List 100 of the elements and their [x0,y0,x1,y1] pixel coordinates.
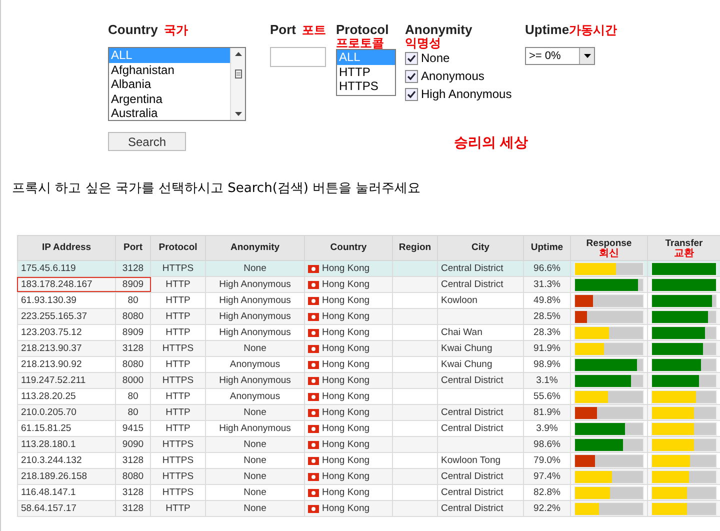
table-cell: Central District [441,279,504,290]
table-cell: 98.6% [534,439,560,450]
flag-icon [308,489,319,497]
table-cell: 113.28.20.25 [21,391,76,402]
table-cell: 98.9% [534,359,560,370]
table-row[interactable]: 175.45.6.119 3128 HTTPS None Hong Kong Central District 96.6% [18,260,720,276]
column-header[interactable]: Country [330,243,367,253]
table-row[interactable]: 183.178.248.167 8909 HTTP High Anonymous Hong Kong Central District 31.3% [18,276,720,292]
table-row[interactable]: 218.213.90.37 3128 HTTPS None Hong Kong Kwai Chung 91.9% [18,340,720,356]
table-row[interactable]: 61.93.130.39 80 HTTP High Anonymous Hong Kong Kowloon 49.8% [18,292,720,308]
flag-icon [308,457,319,465]
uptime-select[interactable]: >= 0% [525,47,595,65]
table-cell: Hong Kong [322,263,370,274]
table-row[interactable]: 218.213.90.92 8080 HTTP Anonymous Hong Kong Kwai Chung 98.9% [18,356,720,372]
table-cell: HTTP [166,279,190,290]
table-cell: Central District [441,487,504,498]
table-cell: Central District [441,375,504,386]
port-label: Port [270,22,296,37]
column-header[interactable]: Response [586,238,632,248]
table-cell: 175.45.6.119 [21,263,76,274]
table-cell: Central District [441,471,504,482]
table-cell: 82.8% [534,487,560,498]
table-cell: Hong Kong [322,471,370,482]
country-option[interactable]: Argentina [109,92,230,106]
country-note: 국가 [164,22,188,39]
table-cell: 28.3% [534,327,560,338]
flag-icon [308,393,319,401]
table-cell: Kwai Chung [441,343,492,354]
table-cell: 3128 [122,263,144,274]
table-row[interactable]: 123.203.75.12 8909 HTTP High Anonymous Hong Kong Chai Wan 28.3% [18,324,720,340]
table-cell: Hong Kong [322,455,370,466]
table-row[interactable]: 119.247.52.211 8000 HTTPS High Anonymous Hong Kong Central District 3.1% [18,372,720,388]
column-header[interactable]: Transfer [665,238,703,248]
table-cell: Hong Kong [322,503,370,514]
caret-icon [584,54,590,58]
table-cell: 55.6% [534,391,560,402]
column-note: 교환 [674,248,694,258]
table-cell: Central District [441,263,504,274]
table-cell: 218.213.90.92 [21,359,82,370]
port-field[interactable] [270,47,326,67]
checkbox[interactable] [405,88,418,100]
table-cell: 113.28.180.1 [21,439,76,450]
table-row[interactable]: 58.64.157.17 3128 HTTP None Hong Kong Central District 92.2% [18,500,720,516]
country-option[interactable]: Albania [109,77,230,92]
table-cell: HTTP [166,391,190,402]
table-cell: Anonymous [230,359,280,370]
table-cell: HTTP [166,295,190,306]
table-cell: High Anonymous [219,279,291,290]
table-row[interactable]: 113.28.180.1 9090 HTTPS None Hong Kong 98.6% [18,436,720,452]
flag-icon [308,281,319,289]
table-cell: None [244,439,266,450]
protocol-option[interactable]: HTTPS [337,79,395,94]
table-cell: HTTP [166,311,190,322]
table-row[interactable]: 218.189.26.158 8080 HTTPS None Hong Kong Central District 97.4% [18,468,720,484]
table-row[interactable]: 61.15.81.25 9415 HTTP High Anonymous Hong Kong Central District 3.9% [18,420,720,436]
flag-icon [308,345,319,353]
table-cell: HTTP [166,423,190,434]
country-listbox[interactable]: ALL Afghanistan Albania Argentina Australia [108,47,246,121]
table-cell: 79.0% [534,455,560,466]
table-cell: HTTP [166,407,190,418]
table-cell: Hong Kong [322,343,370,354]
checkbox[interactable] [405,52,418,64]
anonymity-label: Anonymity [405,22,472,37]
search-button[interactable]: Search [108,132,186,151]
table-cell: 80 [128,391,138,402]
table-cell: 3.1% [536,375,558,386]
table-cell: 61.15.81.25 [21,423,72,434]
table-cell: None [244,503,266,514]
table-cell: 183.178.248.167 [21,279,92,290]
table-row[interactable]: 116.48.147.1 3128 HTTPS None Hong Kong Central District 82.8% [18,484,720,500]
table-row[interactable]: 223.255.165.37 8080 HTTP High Anonymous Hong Kong 28.5% [18,308,720,324]
table-cell: 58.64.157.17 [21,503,76,514]
table-cell: 91.9% [534,343,560,354]
country-option[interactable]: Afghanistan [109,62,230,77]
table-row[interactable]: 210.0.205.70 80 HTTP None Hong Kong Central District 81.9% [18,404,720,420]
table-cell: 223.255.165.37 [21,311,88,322]
flag-icon [308,505,319,513]
country-option[interactable]: Australia [109,106,230,120]
table-cell: 61.93.130.39 [21,295,76,306]
table-cell: HTTPS [162,375,194,386]
table-cell: HTTPS [162,263,194,274]
protocol-listbox[interactable]: ALL HTTP HTTPS [336,49,396,96]
table-cell: None [244,263,266,274]
table-cell: Hong Kong [322,375,370,386]
table-cell: 119.247.52.211 [21,375,86,386]
table-cell: HTTP [166,327,190,338]
table-cell: Central District [441,503,504,514]
table-cell: 218.213.90.37 [21,343,82,354]
table-cell: 80 [128,295,138,306]
table-cell: 210.3.244.132 [21,455,82,466]
protocol-option[interactable]: HTTP [337,64,395,79]
table-cell: Hong Kong [322,327,370,338]
checkbox[interactable] [405,70,418,82]
column-header[interactable]: City [472,243,490,253]
table-cell: 8909 [122,327,144,338]
table-cell: 8909 [122,279,144,290]
table-row[interactable]: 210.3.244.132 3128 HTTPS None Hong Kong Kowloon Tong 79.0% [18,452,720,468]
table-row[interactable]: 113.28.20.25 80 HTTP Anonymous Hong Kong 55.6% [18,388,720,404]
table-cell: Hong Kong [322,423,370,434]
table-cell: 8080 [122,359,144,370]
